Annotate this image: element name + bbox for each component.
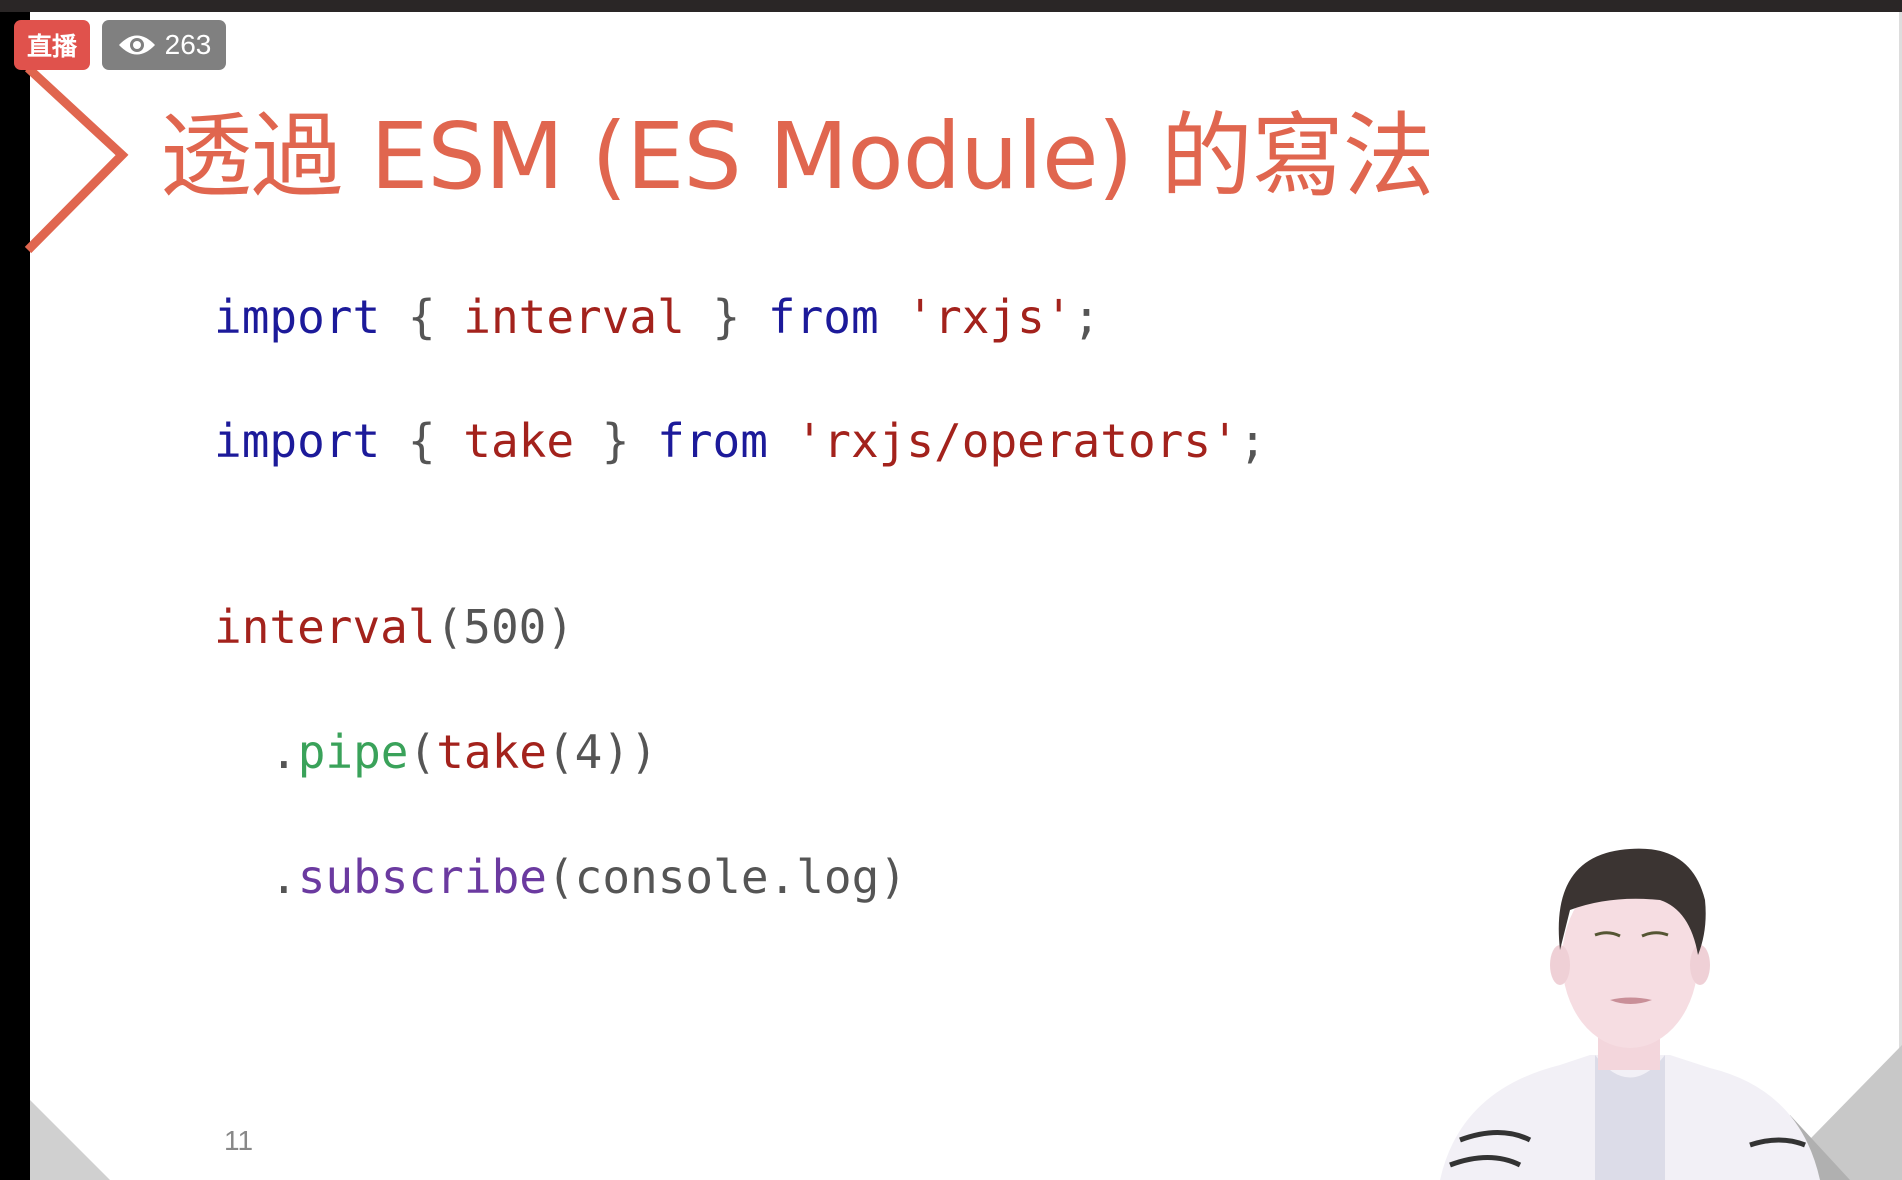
- code-identifier: interval: [463, 290, 685, 344]
- code-line-2: import { take } from 'rxjs/operators';: [214, 414, 1266, 468]
- code-punct: }: [574, 414, 658, 468]
- viewer-count-badge: 263: [102, 20, 226, 70]
- code-punct: {: [380, 414, 464, 468]
- code-punct: ;: [1238, 414, 1267, 468]
- code-string: 'rxjs/operators': [767, 414, 1239, 468]
- code-line-5: .subscribe(console.log): [270, 850, 907, 904]
- code-line-3: interval(500): [214, 600, 574, 654]
- code-punct: .: [270, 725, 298, 779]
- code-punct: ;: [1072, 290, 1101, 344]
- code-punct: (console.log): [546, 850, 907, 904]
- viewer-count: 263: [164, 29, 212, 60]
- code-keyword: from: [767, 290, 879, 344]
- page-number: 11: [224, 1125, 254, 1156]
- live-badge: 直播: [14, 20, 90, 70]
- code-punct: (500): [435, 600, 575, 654]
- code-line-4: .pipe(take(4)): [270, 725, 658, 779]
- code-keyword: import: [214, 290, 381, 344]
- presenter-video: [1440, 848, 1820, 1180]
- code-punct: {: [380, 290, 464, 344]
- slide-title: 透過 ESM (ES Module) 的寫法: [160, 103, 1435, 210]
- code-line-1: import { interval } from 'rxjs';: [214, 290, 1100, 344]
- code-identifier: take: [436, 725, 547, 779]
- code-keyword: from: [657, 414, 768, 468]
- code-keyword: import: [214, 414, 381, 468]
- code-identifier: take: [463, 414, 575, 468]
- code-punct: }: [684, 290, 768, 344]
- code-punct: .: [270, 850, 298, 904]
- code-method: subscribe: [297, 850, 547, 904]
- code-identifier: interval: [214, 600, 436, 654]
- eye-icon: [118, 35, 155, 55]
- code-method: pipe: [297, 725, 409, 779]
- code-string: 'rxjs': [878, 290, 1073, 344]
- code-punct: (: [408, 725, 437, 779]
- code-punct: (4)): [546, 725, 658, 779]
- window-top-bar: [0, 0, 1902, 12]
- chevron-decoration: [24, 64, 129, 254]
